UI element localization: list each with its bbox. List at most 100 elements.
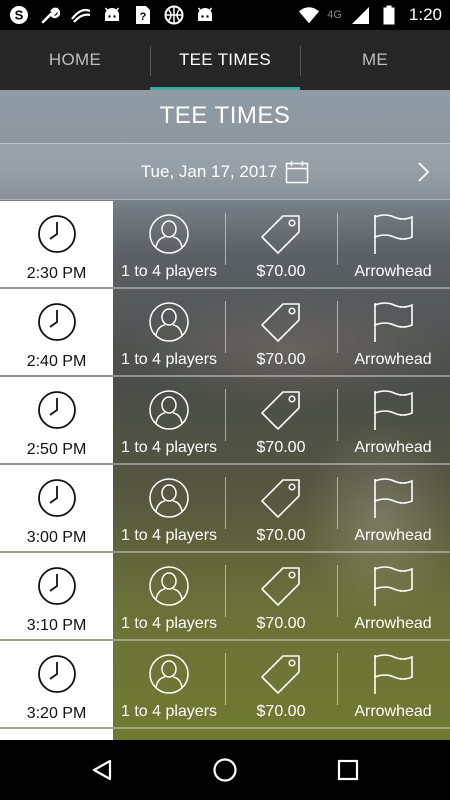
course-cell: Arrowhead [337, 289, 449, 375]
players-cell: 1 to 4 players [113, 201, 225, 287]
players-label: 1 to 4 players [120, 703, 218, 720]
course-label: Arrowhead [354, 263, 432, 280]
course-label: Arrowhead [354, 527, 432, 544]
tee-time-cell[interactable]: 2:40 PM [0, 289, 113, 375]
players-label: 1 to 4 players [120, 263, 218, 280]
players-cell: 1 to 4 players [113, 553, 225, 639]
clock-icon [37, 566, 77, 606]
flag-icon [371, 477, 415, 519]
flag-icon [371, 653, 415, 695]
course-label: Arrowhead [354, 439, 432, 456]
tee-time-row[interactable] [0, 729, 450, 740]
tee-time-row[interactable]: 3:20 PM 1 to 4 players $70.00 Arrowhead [0, 641, 450, 729]
flag-icon [371, 301, 415, 343]
tee-time-label: 2:40 PM [26, 353, 87, 370]
skype-icon: S [8, 4, 30, 26]
tab-divider [150, 46, 151, 76]
tee-time-cell[interactable]: 2:30 PM [0, 201, 113, 287]
flag-icon [371, 389, 415, 431]
tee-time-row[interactable]: 2:50 PM 1 to 4 players $70.00 Arrowhead [0, 377, 450, 465]
course-label: Arrowhead [354, 351, 432, 368]
course-cell: Arrowhead [337, 377, 449, 463]
android-icon [194, 4, 216, 26]
recents-icon[interactable] [331, 753, 365, 787]
basketball-icon [163, 4, 185, 26]
price-tag-icon [259, 477, 303, 519]
price-cell: $70.00 [225, 289, 337, 375]
calendar-icon[interactable] [285, 160, 309, 184]
price-tag-icon [259, 213, 303, 255]
players-cell: 1 to 4 players [113, 465, 225, 551]
course-cell: Arrowhead [337, 465, 449, 551]
tee-time-cell[interactable]: 3:00 PM [0, 465, 113, 551]
svg-text:S: S [15, 8, 24, 23]
tab-tee-times[interactable]: TEE TIMES [150, 30, 300, 90]
clock-icon [37, 302, 77, 342]
price-tag-icon [259, 653, 303, 695]
tee-time-label: 2:50 PM [26, 441, 87, 458]
home-icon[interactable] [208, 753, 242, 787]
tee-time-label: 2:30 PM [26, 265, 87, 282]
wifi-icon [298, 4, 320, 26]
course-label: Arrowhead [354, 615, 432, 632]
person-icon [147, 301, 191, 343]
tee-time-label: 3:00 PM [26, 529, 87, 546]
tab-divider [300, 46, 301, 76]
tee-time-row[interactable]: 2:30 PM 1 to 4 players $70.00 Arrowhead [0, 201, 450, 289]
price-tag-icon [259, 301, 303, 343]
players-cell: 1 to 4 players [113, 377, 225, 463]
selected-date[interactable]: Tue, Jan 17, 2017 [141, 162, 277, 182]
tee-time-row[interactable]: 3:10 PM 1 to 4 players $70.00 Arrowhead [0, 553, 450, 641]
clock-icon [37, 654, 77, 694]
notification-icons: S ? [8, 4, 216, 26]
cellular-icon [349, 4, 371, 26]
system-icons: 4G 1:20 [298, 4, 442, 26]
tab-me[interactable]: ME [300, 30, 450, 90]
clock-icon [37, 390, 77, 430]
tee-time-list: 2:30 PM 1 to 4 players $70.00 Arrowhead 2:40… [0, 201, 450, 740]
next-date-chevron-icon[interactable] [412, 160, 434, 184]
price-cell: $70.00 [225, 377, 337, 463]
price-label: $70.00 [256, 439, 306, 456]
tee-time-cell[interactable]: 2:50 PM [0, 377, 113, 463]
tee-time-row[interactable]: 2:40 PM 1 to 4 players $70.00 Arrowhead [0, 289, 450, 377]
status-bar: S ? 4G 1:20 [0, 0, 450, 30]
person-icon [147, 565, 191, 607]
tee-time-cell[interactable]: 3:20 PM [0, 641, 113, 727]
tee-time-cell[interactable]: 3:10 PM [0, 553, 113, 639]
tee-time-row[interactable]: 3:00 PM 1 to 4 players $70.00 Arrowhead [0, 465, 450, 553]
person-icon [147, 389, 191, 431]
flag-icon [371, 213, 415, 255]
players-cell: 1 to 4 players [113, 289, 225, 375]
price-label: $70.00 [256, 263, 306, 280]
back-icon[interactable] [85, 753, 119, 787]
price-cell: $70.00 [225, 553, 337, 639]
players-label: 1 to 4 players [120, 439, 218, 456]
tee-times-screen[interactable]: TEE TIMES Tue, Jan 17, 2017 2:30 PM 1 to … [0, 90, 450, 740]
tab-bar: HOME TEE TIMES ME [0, 30, 450, 90]
course-label: Arrowhead [354, 703, 432, 720]
navigation-bar [0, 740, 450, 800]
price-label: $70.00 [256, 615, 306, 632]
price-tag-icon [259, 565, 303, 607]
clock-icon [37, 214, 77, 254]
tee-time-cell[interactable] [0, 729, 113, 740]
price-cell: $70.00 [225, 201, 337, 287]
android-icon [101, 4, 123, 26]
price-tag-icon [259, 389, 303, 431]
person-icon [147, 653, 191, 695]
wrench-icon [39, 4, 61, 26]
players-label: 1 to 4 players [120, 615, 218, 632]
tab-home[interactable]: HOME [0, 30, 150, 90]
tee-time-label: 3:10 PM [26, 617, 87, 634]
course-cell: Arrowhead [337, 553, 449, 639]
person-icon [147, 213, 191, 255]
price-cell: $70.00 [225, 465, 337, 551]
price-label: $70.00 [256, 527, 306, 544]
battery-icon [378, 4, 400, 26]
date-selector[interactable]: Tue, Jan 17, 2017 [0, 143, 450, 200]
price-label: $70.00 [256, 351, 306, 368]
tee-time-label: 3:20 PM [26, 705, 87, 722]
sim-question-icon: ? [132, 4, 154, 26]
price-cell: $70.00 [225, 641, 337, 727]
